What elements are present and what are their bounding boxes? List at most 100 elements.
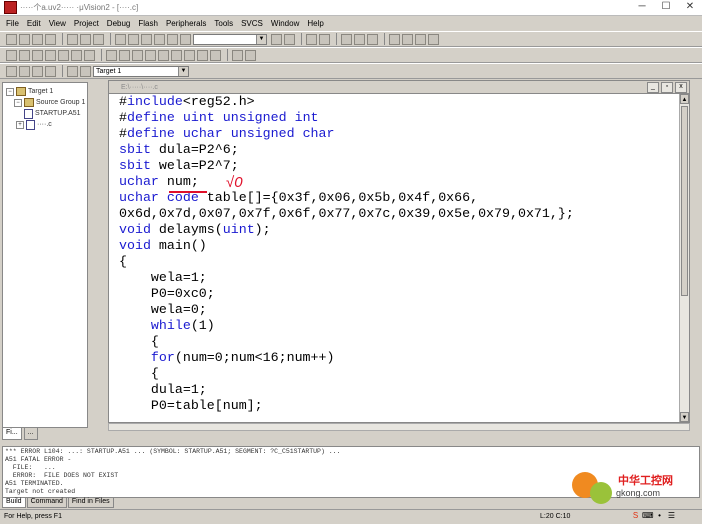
undo-icon[interactable] [115,33,126,45]
menu-item[interactable]: Tools [214,19,233,28]
code-line[interactable]: sbit wela=P2^7; [119,158,574,174]
code-line[interactable]: { [119,334,574,350]
settings-icon[interactable]: ☰ [666,510,677,521]
menu-item[interactable]: Flash [138,19,158,28]
code-line[interactable]: 0x6d,0x7d,0x07,0x7f,0x6f,0x77,0x7c,0x39,… [119,206,574,222]
paste-icon[interactable] [93,33,104,45]
build-icon[interactable] [19,65,30,77]
minimize-button[interactable]: _ [647,82,659,93]
scroll-down-icon[interactable]: ▼ [680,412,689,422]
code-line[interactable]: for(num=0;num<16;num++) [119,350,574,366]
restore-button[interactable]: ▫ [661,82,673,93]
code-line[interactable]: void main() [119,238,574,254]
close-button[interactable]: ✕ [678,0,702,15]
rebuild-icon[interactable] [32,65,43,77]
maximize-button[interactable]: ☐ [654,0,678,15]
window-icon[interactable] [428,33,439,45]
serial-icon[interactable] [171,49,182,61]
menu-item[interactable]: View [49,19,66,28]
stop-build-icon[interactable] [67,65,78,77]
code-line[interactable]: #define uchar unsigned char [119,126,574,142]
vertical-scrollbar[interactable]: ▲ ▼ [679,94,689,422]
new-file-icon[interactable] [6,33,17,45]
unindent-icon[interactable] [154,33,165,45]
code-editor[interactable]: E:\·····\····.c _ ▫ x #include<reg52.h> #… [108,80,690,423]
code-line[interactable]: sbit dula=P2^6; [119,142,574,158]
history-icon[interactable] [245,49,256,61]
code-line[interactable]: P0=table[num]; [119,398,574,414]
binoculars-icon[interactable] [271,33,282,45]
memory-icon[interactable] [158,49,169,61]
menu-item[interactable]: Project [74,19,99,28]
horizontal-scrollbar[interactable] [108,423,690,431]
download-icon[interactable] [45,65,56,77]
disassembly-icon[interactable] [106,49,117,61]
ime-icon[interactable]: S [630,510,641,521]
code-line[interactable]: { [119,254,574,270]
scroll-thumb[interactable] [681,106,688,296]
stop-icon[interactable] [32,49,43,61]
code-line[interactable]: dula=1; [119,382,574,398]
code-line[interactable]: uchar num; [119,174,574,190]
code-line[interactable]: #include<reg52.h> [119,94,574,110]
tools-icon[interactable] [389,33,400,45]
open-file-icon[interactable] [19,33,30,45]
chevron-down-icon[interactable]: ▼ [178,66,188,76]
copy-icon[interactable] [80,33,91,45]
code-line[interactable]: while(1) [119,318,574,334]
expand-icon[interactable]: + [16,120,24,129]
project-window-icon[interactable] [341,33,352,45]
callstack-icon[interactable] [145,49,156,61]
target-select[interactable]: Target 1 ▼ [93,65,189,77]
tab-books[interactable]: ... [23,428,38,440]
code-line[interactable]: #define uint unsigned int [119,110,574,126]
run-icon[interactable] [19,49,30,61]
find-icon[interactable] [180,33,191,45]
code-text[interactable]: #include<reg52.h> #define uint unsigned i… [119,94,574,414]
close-button[interactable]: x [675,82,687,93]
minimize-button[interactable]: ─ [630,0,654,15]
tree-item-file[interactable]: STARTUP.A51 [6,108,87,119]
cut-icon[interactable] [67,33,78,45]
step-over-icon[interactable] [58,49,69,61]
target-options-icon[interactable] [415,33,426,45]
find-combo[interactable]: ▼ [193,33,267,45]
analyzer-icon[interactable] [184,49,195,61]
menu-item[interactable]: SVCS [241,19,263,28]
punctuation-icon[interactable]: • [654,510,665,521]
keyboard-icon[interactable]: ⌨ [642,510,654,521]
memory-window-icon[interactable] [367,33,378,45]
scroll-up-icon[interactable]: ▲ [680,94,689,104]
chevron-down-icon[interactable]: ▼ [256,34,266,44]
reset-icon[interactable] [6,49,17,61]
menu-item[interactable]: File [6,19,19,28]
registers-icon[interactable] [132,49,143,61]
trace-icon[interactable] [232,49,243,61]
insert-breakpoint-icon[interactable] [319,33,330,45]
find-in-files-icon[interactable] [284,33,295,45]
translate-icon[interactable] [6,65,17,77]
menu-item[interactable]: Window [271,19,299,28]
menu-item[interactable]: Edit [27,19,41,28]
collapse-icon[interactable]: − [6,87,14,96]
watch-icon[interactable] [119,49,130,61]
menu-item[interactable]: Debug [107,19,131,28]
output-window-icon[interactable] [354,33,365,45]
tree-item-file[interactable]: + ····.c [6,119,87,130]
tab-command[interactable]: Command [26,498,67,508]
save-all-icon[interactable] [45,33,56,45]
save-icon[interactable] [32,33,43,45]
tab-build[interactable]: Build [2,498,26,508]
tab-find-in-files[interactable]: Find in Files [67,498,114,508]
step-into-icon[interactable] [45,49,56,61]
debug-icon[interactable] [306,33,317,45]
code-line[interactable]: P0=0xc0; [119,286,574,302]
step-out-icon[interactable] [71,49,82,61]
collapse-icon[interactable]: − [14,98,22,107]
target-options-icon[interactable] [80,65,91,77]
indent-icon[interactable] [141,33,152,45]
redo-icon[interactable] [128,33,139,45]
menu-item[interactable]: Help [307,19,323,28]
menu-item[interactable]: Peripherals [166,19,206,28]
config-icon[interactable] [402,33,413,45]
